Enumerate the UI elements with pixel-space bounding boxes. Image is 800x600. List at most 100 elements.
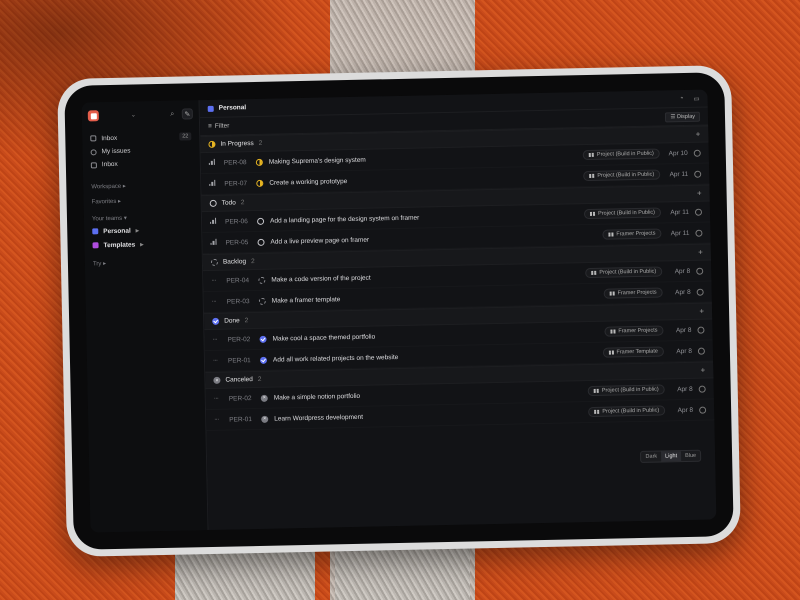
project-chip[interactable]: Framer Projects	[602, 228, 662, 240]
issue-title: Make a framer template	[271, 295, 341, 305]
priority-bars-icon	[210, 238, 217, 245]
team-icon	[92, 242, 99, 249]
status-prog-icon[interactable]	[256, 179, 264, 187]
add-issue-button[interactable]: +	[701, 366, 706, 375]
workspace-switcher[interactable]: ⌄	[87, 109, 136, 122]
project-chip[interactable]: Project (Build in Public)	[588, 405, 666, 418]
issue-id: PER-02	[228, 394, 252, 403]
display-button[interactable]: ☰ Display	[665, 111, 701, 122]
assignee-avatar-icon[interactable]	[699, 406, 707, 414]
filter-button[interactable]: ≡ Filter	[208, 123, 229, 130]
section-workspace[interactable]: Workspace ▸	[89, 179, 194, 192]
group-count: 2	[250, 258, 255, 266]
project-chip[interactable]: Framer Projects	[603, 287, 663, 299]
group-count: 2	[240, 199, 245, 207]
status-cancel-icon[interactable]: ×	[260, 394, 268, 402]
status-cancel-icon[interactable]: ×	[261, 415, 269, 423]
issue-id: PER-02	[227, 335, 251, 344]
project-chip[interactable]: Project (Build in Public)	[583, 169, 661, 182]
section-try[interactable]: Try ▸	[91, 256, 196, 269]
priority-bars-icon	[208, 158, 215, 165]
project-label: Framer Template	[616, 348, 658, 356]
priority-cell[interactable]	[209, 179, 218, 188]
assignee-avatar-icon[interactable]	[697, 347, 705, 355]
project-chip[interactable]: Project (Build in Public)	[584, 207, 662, 220]
no-priority-icon: ···	[212, 357, 218, 364]
assignee-avatar-icon[interactable]	[694, 170, 702, 178]
status-back-icon	[210, 258, 219, 266]
bell-icon[interactable]: ◔	[679, 94, 683, 102]
section-label: Try	[92, 261, 102, 268]
project-chip[interactable]: Project (Build in Public)	[583, 148, 660, 161]
assignee-avatar-icon[interactable]	[695, 229, 703, 237]
add-issue-button[interactable]: +	[698, 248, 703, 257]
issue-id: PER-01	[227, 356, 251, 365]
project-chip[interactable]: Project (Build in Public)	[585, 266, 663, 279]
priority-cell[interactable]	[210, 238, 219, 247]
priority-cell[interactable]: ···	[211, 278, 220, 284]
project-grid-icon	[590, 211, 596, 217]
add-issue-button[interactable]: +	[697, 189, 702, 198]
filter-icon: ≡	[208, 122, 212, 130]
priority-cell[interactable]	[208, 158, 218, 167]
priority-cell[interactable]: ···	[214, 417, 223, 423]
priority-cell[interactable]: ···	[213, 337, 222, 343]
status-todo-icon[interactable]	[257, 238, 265, 246]
project-label: Project (Build in Public)	[596, 150, 654, 158]
assignee-avatar-icon[interactable]	[694, 208, 703, 216]
sidebar-item-inbox-2[interactable]: Inbox	[89, 156, 194, 171]
issue-date: Apr 11	[670, 208, 690, 216]
priority-cell[interactable]	[210, 217, 219, 226]
add-issue-button[interactable]: +	[696, 130, 701, 139]
assignee-avatar-icon[interactable]	[697, 326, 705, 334]
section-label: Favorites	[91, 198, 117, 206]
status-done-icon[interactable]	[259, 335, 267, 343]
project-grid-icon	[609, 291, 615, 296]
assignee-avatar-icon[interactable]	[696, 288, 704, 296]
issue-date: Apr 8	[676, 347, 692, 355]
priority-cell[interactable]: ···	[213, 358, 222, 364]
priority-bars-icon	[210, 217, 217, 224]
issue-date: Apr 8	[677, 406, 694, 414]
panel-toggle-icon[interactable]: ▭	[693, 94, 699, 102]
section-favorites[interactable]: Favorites ▸	[90, 194, 195, 207]
priority-cell[interactable]: ···	[212, 299, 221, 305]
search-icon[interactable]: ⌕	[167, 109, 178, 120]
no-priority-icon: ···	[211, 277, 216, 284]
status-back-icon[interactable]	[258, 276, 266, 284]
project-chip[interactable]: Framer Template	[602, 346, 665, 358]
theme-option-blue[interactable]: Blue	[681, 451, 700, 461]
status-todo-icon[interactable]	[257, 217, 265, 225]
caret-icon: ▸	[117, 198, 122, 205]
project-chip[interactable]: Framer Projects	[604, 325, 664, 337]
status-done-icon[interactable]	[259, 356, 268, 364]
theme-option-light[interactable]: Light	[661, 451, 682, 462]
assignee-avatar-icon[interactable]	[698, 385, 706, 393]
assignee-avatar-icon[interactable]	[696, 267, 704, 275]
status-prog-icon[interactable]	[255, 158, 263, 166]
assignee-avatar-icon[interactable]	[693, 149, 701, 157]
compose-icon[interactable]: ✎	[181, 108, 193, 120]
sidebar-item-label: Inbox	[101, 134, 118, 142]
filter-label: Filter	[214, 122, 230, 130]
no-priority-icon: ···	[213, 395, 219, 402]
sidebar: ⌄ ⌕ ✎ Inbox 22 My issues Inbox Workspace…	[81, 100, 209, 533]
caret-icon: ▸	[122, 183, 126, 190]
issue-date: Apr 8	[677, 385, 693, 393]
project-chip[interactable]: Project (Build in Public)	[587, 384, 665, 397]
priority-cell[interactable]: ···	[214, 396, 223, 402]
no-priority-icon: ···	[211, 298, 217, 305]
theme-option-dark[interactable]: Dark	[641, 452, 661, 462]
priority-bars-icon	[209, 179, 216, 186]
sidebar-item-label: My issues	[101, 147, 131, 156]
page-title-text: Personal	[218, 104, 247, 112]
add-issue-button[interactable]: +	[699, 307, 704, 316]
team-label: Personal	[103, 227, 131, 235]
project-label: Project (Build in Public)	[601, 386, 659, 394]
issue-title: Create a working prototype	[269, 177, 348, 187]
sidebar-team-templates[interactable]: Templates ▸	[90, 236, 195, 252]
issue-title: Add a landing page for the design system…	[270, 214, 420, 225]
group-name: Backlog	[222, 258, 247, 266]
project-grid-icon	[589, 173, 595, 179]
status-back-icon[interactable]	[258, 297, 266, 305]
